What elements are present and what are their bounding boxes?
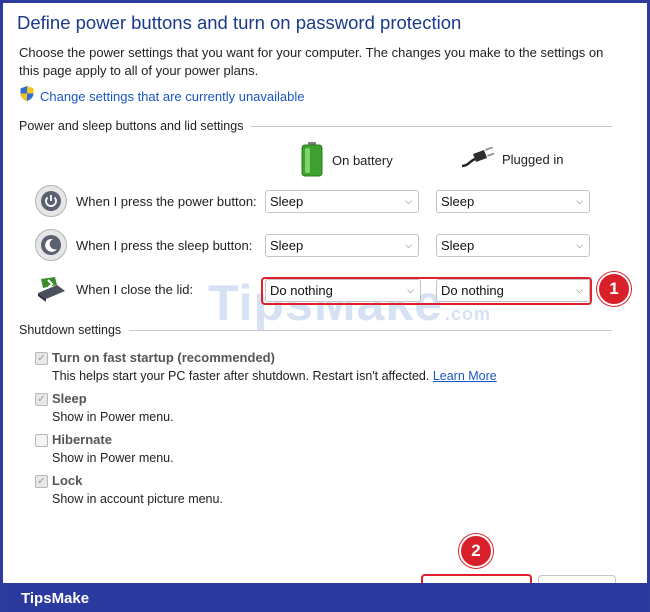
- hibernate-option-label: Hibernate: [52, 432, 112, 447]
- callout-step-1: 1: [597, 272, 631, 306]
- sleep-option-label: Sleep: [52, 391, 87, 406]
- sleep-button-label: When I press the sleep button:: [76, 238, 253, 253]
- change-settings-row[interactable]: Change settings that are currently unava…: [19, 85, 305, 107]
- battery-icon: [300, 141, 324, 180]
- hibernate-checkbox[interactable]: [35, 434, 48, 447]
- section-divider: [129, 329, 612, 331]
- select-value: Sleep: [441, 238, 475, 253]
- uac-shield-icon: [19, 85, 35, 107]
- shutdown-section-header: Shutdown settings: [19, 323, 612, 337]
- select-value: Sleep: [270, 194, 304, 209]
- sleep-button-battery-select[interactable]: Sleep ⌵: [265, 234, 419, 257]
- select-value: Sleep: [270, 238, 304, 253]
- sleep-checkbox[interactable]: ✓: [35, 393, 48, 406]
- change-settings-link[interactable]: Change settings that are currently unava…: [40, 89, 305, 104]
- lock-checkbox[interactable]: ✓: [35, 475, 48, 488]
- power-section-title: Power and sleep buttons and lid settings: [19, 119, 244, 133]
- lid-plugged-select[interactable]: Do nothing ⌵: [436, 279, 590, 302]
- hibernate-option-description: Show in Power menu.: [52, 451, 174, 465]
- chevron-down-icon: ⌵: [576, 285, 583, 295]
- lock-option-label: Lock: [52, 473, 83, 488]
- power-button-battery-select[interactable]: Sleep ⌵: [265, 190, 419, 213]
- lid-battery-select[interactable]: Do nothing ⌵: [265, 279, 421, 302]
- shutdown-section-title: Shutdown settings: [19, 323, 122, 337]
- chevron-down-icon: ⌵: [405, 240, 412, 250]
- lock-option-description: Show in account picture menu.: [52, 492, 223, 506]
- power-plug-icon: [460, 146, 496, 172]
- chevron-down-icon: ⌵: [576, 196, 583, 206]
- on-battery-label: On battery: [332, 153, 393, 168]
- section-divider: [251, 125, 612, 127]
- footer-brand: TipsMake: [21, 590, 90, 607]
- power-button-plugged-select[interactable]: Sleep ⌵: [436, 190, 590, 213]
- chevron-down-icon: ⌵: [576, 240, 583, 250]
- power-button-label: When I press the power button:: [76, 194, 257, 209]
- callout-step-2: 2: [459, 534, 493, 568]
- control-panel-window: Define power buttons and turn on passwor…: [0, 0, 650, 612]
- select-value: Sleep: [441, 194, 475, 209]
- learn-more-link[interactable]: Learn More: [433, 369, 497, 383]
- plugged-in-label: Plugged in: [502, 152, 564, 167]
- fast-startup-description: This helps start your PC faster after sh…: [52, 369, 497, 383]
- fast-startup-desc-text: This helps start your PC faster after sh…: [52, 369, 430, 383]
- power-button-icon: [35, 185, 67, 217]
- lid-close-label: When I close the lid:: [76, 282, 194, 297]
- page-description: Choose the power settings that you want …: [19, 45, 604, 78]
- power-section-header: Power and sleep buttons and lid settings: [19, 119, 612, 133]
- chevron-down-icon: ⌵: [405, 196, 412, 206]
- page-title: Define power buttons and turn on passwor…: [17, 12, 462, 33]
- chevron-down-icon: ⌵: [407, 285, 414, 295]
- on-battery-header: On battery: [300, 141, 393, 180]
- fast-startup-label: Turn on fast startup (recommended): [52, 350, 275, 365]
- sleep-option-description: Show in Power menu.: [52, 410, 174, 424]
- sleep-button-icon: [35, 229, 67, 261]
- laptop-lid-icon: [35, 275, 67, 308]
- select-value: Do nothing: [441, 283, 504, 298]
- plugged-in-header: Plugged in: [460, 146, 564, 172]
- fast-startup-checkbox[interactable]: ✓: [35, 352, 48, 365]
- select-value: Do nothing: [270, 283, 333, 298]
- footer-bar: [3, 583, 647, 612]
- watermark-suffix: .com: [444, 304, 491, 324]
- sleep-button-plugged-select[interactable]: Sleep ⌵: [436, 234, 590, 257]
